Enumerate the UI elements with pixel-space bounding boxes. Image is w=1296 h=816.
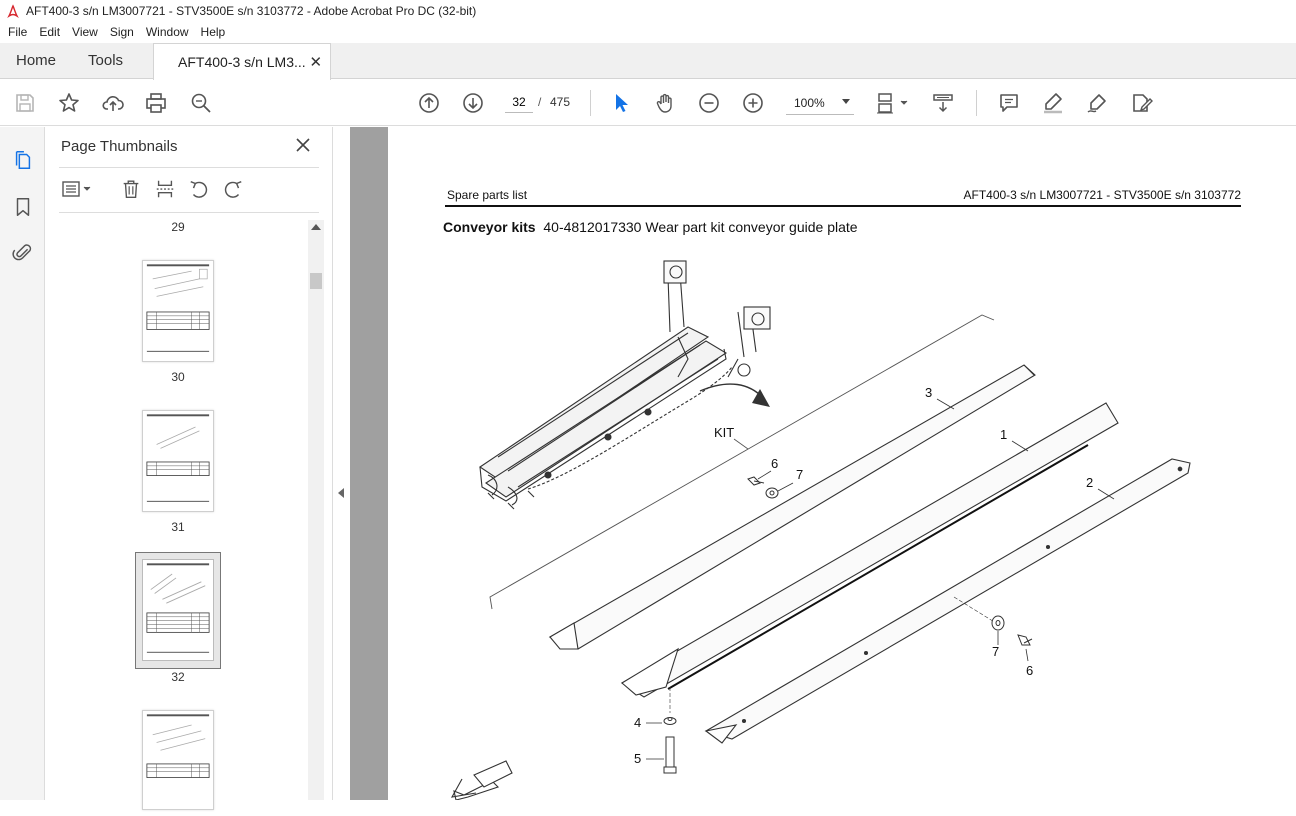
washer-4 xyxy=(663,717,677,725)
previous-page-icon[interactable] xyxy=(416,90,442,116)
parts-drawing: KIT 3 1 2 6 7 7 6 4 5 xyxy=(450,260,1191,800)
toolbar-divider xyxy=(976,90,977,116)
callout-7-upper: 7 xyxy=(796,467,803,482)
document-page: Spare parts list AFT400-3 s/n LM3007721 … xyxy=(388,127,1296,800)
close-icon[interactable] xyxy=(295,137,311,153)
tab-document[interactable]: AFT400-3 s/n LM3... ✕ xyxy=(153,43,332,80)
page-number-input[interactable] xyxy=(505,91,533,113)
tab-close-icon[interactable]: ✕ xyxy=(309,53,322,71)
rotate-left-icon[interactable] xyxy=(187,177,211,201)
callout-kit: KIT xyxy=(714,425,734,440)
zoom-level-value: 100% xyxy=(794,95,825,110)
panel-collapse-strip[interactable] xyxy=(332,127,350,800)
title-bar: AFT400-3 s/n LM3007721 - STV3500E s/n 31… xyxy=(0,0,1296,22)
attachment-icon[interactable] xyxy=(10,239,36,265)
panel-divider xyxy=(59,212,319,213)
bolt-5 xyxy=(663,736,677,774)
thumbnail-label-29: 29 xyxy=(171,220,185,234)
insert-page-icon[interactable] xyxy=(153,177,177,201)
callout-4: 4 xyxy=(634,715,641,730)
hand-tool-icon[interactable] xyxy=(652,90,678,116)
thumbnail-options-icon[interactable] xyxy=(61,177,93,201)
thumbnails-scrollbar[interactable] xyxy=(308,220,324,800)
upload-cloud-icon[interactable] xyxy=(100,90,126,116)
search-zoom-icon[interactable] xyxy=(188,90,214,116)
panel-title: Page Thumbnails xyxy=(61,138,178,155)
chevron-down-icon xyxy=(842,99,850,104)
thumbnail-page-30[interactable] xyxy=(142,260,214,362)
thumbnail-label-30: 30 xyxy=(171,370,185,384)
washer-7-lower xyxy=(991,615,1005,631)
sign-pen-icon[interactable] xyxy=(1084,90,1110,116)
callout-3: 3 xyxy=(925,385,932,400)
rotate-right-icon[interactable] xyxy=(221,177,245,201)
next-page-icon[interactable] xyxy=(460,90,486,116)
tab-home[interactable]: Home xyxy=(0,43,72,78)
menu-file[interactable]: File xyxy=(0,22,33,43)
page-separator: / xyxy=(538,95,542,109)
bolt-6-lower xyxy=(1017,634,1033,646)
acrobat-icon xyxy=(7,4,19,18)
thumbnail-page-32[interactable] xyxy=(135,552,221,669)
callout-7-lower: 7 xyxy=(992,644,999,659)
edit-pdf-icon[interactable] xyxy=(1128,90,1154,116)
detail-arrow xyxy=(699,383,765,400)
scroll-mode-icon[interactable] xyxy=(930,90,956,116)
thumbnail-page-31[interactable] xyxy=(142,410,214,512)
comment-icon[interactable] xyxy=(996,90,1022,116)
window-title: AFT400-3 s/n LM3007721 - STV3500E s/n 31… xyxy=(26,4,477,18)
select-cursor-icon[interactable] xyxy=(608,90,634,116)
zoom-in-icon[interactable] xyxy=(740,90,766,116)
save-icon[interactable] xyxy=(12,90,38,116)
bolt-6-upper xyxy=(747,476,765,486)
thumbnail-page-33[interactable] xyxy=(142,710,214,810)
thumbnail-label-32: 32 xyxy=(171,670,185,684)
callout-5: 5 xyxy=(634,751,641,766)
callout-6-lower: 6 xyxy=(1026,663,1033,678)
bookmark-star-icon[interactable] xyxy=(56,90,82,116)
collapse-panel-icon[interactable] xyxy=(338,488,344,498)
menu-edit[interactable]: Edit xyxy=(33,22,66,43)
menu-view[interactable]: View xyxy=(66,22,104,43)
thumbnails-panel: Page Thumbnails 29 30 31 32 xyxy=(45,127,332,810)
panel-divider xyxy=(59,167,319,168)
washer-7-upper xyxy=(765,487,779,499)
tab-tools[interactable]: Tools xyxy=(72,43,139,78)
navigation-rail xyxy=(0,127,45,800)
print-icon[interactable] xyxy=(143,90,169,116)
tab-document-label: AFT400-3 s/n LM3... xyxy=(178,54,306,70)
page-layout-icon[interactable] xyxy=(874,90,912,116)
menu-bar: File Edit View Sign Window Help xyxy=(0,22,1296,43)
callout-2: 2 xyxy=(1086,475,1093,490)
page-total: 475 xyxy=(550,95,571,109)
tab-bar: Home Tools AFT400-3 s/n LM3... ✕ xyxy=(0,43,1296,80)
document-background xyxy=(350,127,388,800)
page-thumbnails-icon[interactable] xyxy=(10,147,36,173)
callout-1: 1 xyxy=(1000,427,1007,442)
toolbar-divider xyxy=(590,90,591,116)
menu-window[interactable]: Window xyxy=(140,22,195,43)
zoom-level-select[interactable]: 100% xyxy=(786,91,854,115)
callout-6-upper: 6 xyxy=(771,456,778,471)
menu-help[interactable]: Help xyxy=(195,22,232,43)
zoom-out-icon[interactable] xyxy=(696,90,722,116)
menu-sign[interactable]: Sign xyxy=(104,22,140,43)
highlight-pen-icon[interactable] xyxy=(1040,90,1066,116)
scroll-up-icon[interactable] xyxy=(311,224,321,230)
trash-icon[interactable] xyxy=(119,177,143,201)
bookmark-icon[interactable] xyxy=(10,194,36,220)
scrollbar-thumb[interactable] xyxy=(310,273,322,289)
thumbnail-label-31: 31 xyxy=(171,520,185,534)
conveyor-assembly-illustration xyxy=(479,260,771,510)
